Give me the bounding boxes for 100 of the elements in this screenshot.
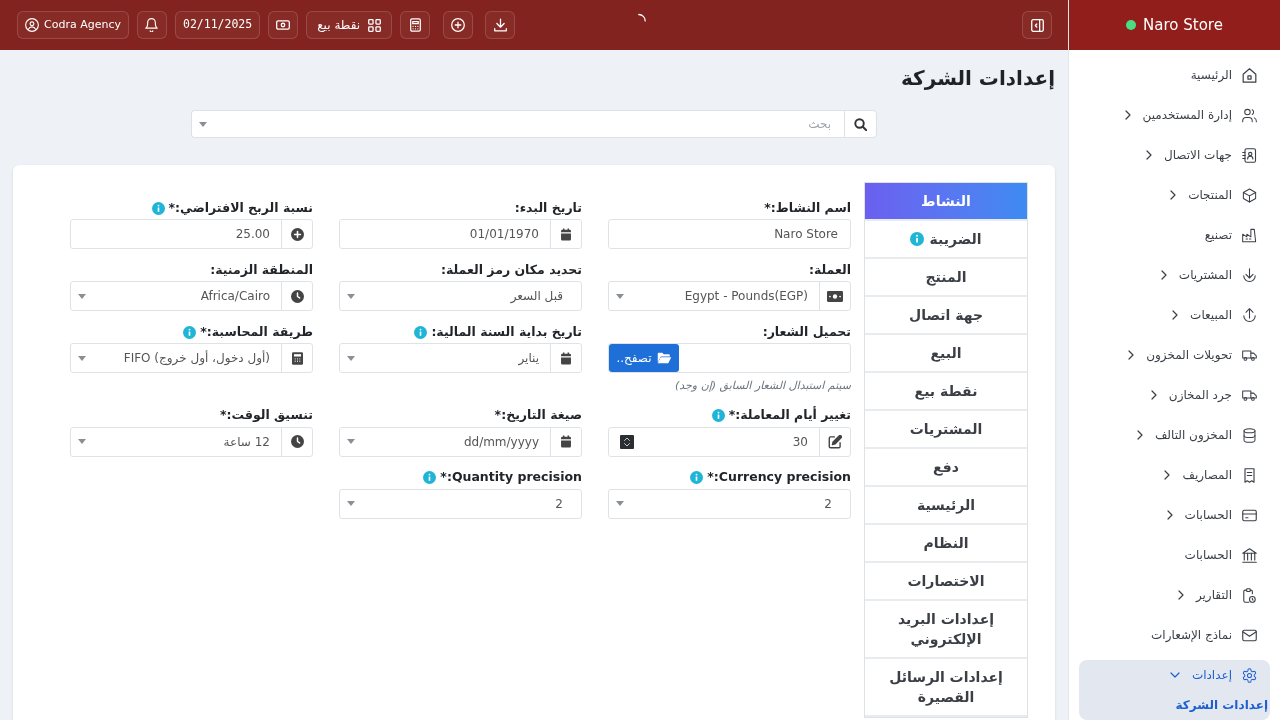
sidebar-item[interactable]: إعدادات (1079, 660, 1270, 690)
store-name: Naro Store (1143, 14, 1223, 36)
select-field[interactable]: 12 ساعة (70, 426, 313, 457)
field-label: صيغة التاريخ:* (494, 406, 582, 425)
chevron-right-icon (1146, 150, 1152, 160)
field-label: Currency precision:* (707, 468, 851, 487)
field-label: تنسيق الوقت:* (220, 406, 313, 425)
dropdown-caret-icon (347, 439, 355, 444)
text-field[interactable]: Naro Store (608, 219, 851, 249)
notifications-button[interactable] (136, 11, 167, 39)
calendar-icon (560, 227, 572, 241)
text-field[interactable]: 25.00 (70, 219, 313, 249)
user-circle-icon (25, 18, 39, 32)
sidebar-item[interactable]: التقارير (1079, 575, 1270, 615)
settings-tab[interactable]: النشاط (865, 183, 1027, 221)
file-field[interactable]: تصفح.. (608, 343, 851, 373)
select-field[interactable]: 2 (608, 488, 851, 519)
credit-card-icon (1242, 507, 1257, 523)
truck-icon (1242, 387, 1257, 403)
download-button[interactable] (485, 11, 516, 39)
sidebar-item[interactable]: إدارة المستخدمين (1079, 95, 1270, 135)
sidebar-item[interactable]: جرد المخازن (1079, 375, 1270, 415)
field-label: طريقة المحاسبة:* (200, 322, 313, 341)
select-field[interactable]: dd/mm/yyyy (339, 426, 582, 457)
plus-circle-icon (451, 18, 466, 32)
field-label: تحميل الشعار: (762, 322, 851, 341)
chevron-right-icon (1124, 110, 1131, 120)
plus-circle-icon (290, 227, 304, 241)
select-field[interactable]: 2 (339, 488, 582, 519)
dropdown-caret-icon (347, 501, 355, 506)
page-title: إعدادات الشركة (899, 66, 1055, 90)
banknote-icon (827, 290, 843, 302)
dropdown-caret-icon (78, 439, 86, 444)
envelope-icon (1242, 627, 1257, 643)
field-label: تحديد مكان رمز العملة: (440, 260, 582, 279)
banknote-icon (276, 20, 291, 30)
select-field[interactable]: Africa/Cairo (70, 281, 313, 311)
field-label: العملة: (808, 260, 851, 279)
sidebar-item[interactable]: تصنيع (1079, 215, 1270, 255)
calculator-icon (409, 18, 421, 32)
sidebar-toggle-button[interactable] (1022, 11, 1052, 39)
chevron-right-icon (1128, 350, 1135, 360)
users-icon (1242, 107, 1257, 123)
pos-button[interactable]: نقطة بيع (306, 11, 393, 39)
add-button[interactable] (443, 11, 474, 39)
panel-toggle-icon (1030, 18, 1044, 32)
clock-icon (290, 289, 304, 303)
sidebar-item[interactable]: الحسابات (1079, 495, 1270, 535)
sidebar-item[interactable]: المصاريف (1079, 455, 1270, 495)
dropdown-caret-icon (616, 501, 624, 506)
download-icon (493, 18, 507, 32)
sidebar-item[interactable]: المبيعات (1079, 295, 1270, 335)
select-field[interactable]: يناير (339, 343, 582, 373)
sidebar-item[interactable]: الحسابات (1079, 535, 1270, 575)
account-button[interactable]: Codra Agency (17, 11, 129, 39)
spinner-icon (638, 12, 647, 24)
sidebar-item[interactable]: نماذج الإشعارات (1079, 615, 1270, 655)
sidebar-item[interactable]: المنتجات (1079, 175, 1270, 215)
clipboard-clock-icon (1242, 587, 1257, 603)
chevron-right-icon (1164, 470, 1171, 480)
sidebar-item[interactable]: جهات الاتصال (1079, 135, 1270, 175)
contact-card-icon (1242, 147, 1257, 163)
calendar-icon (560, 435, 572, 448)
chevron-right-icon (1160, 270, 1167, 280)
date-button[interactable]: 02/11/2025 (174, 11, 261, 39)
field-label: تاريخ بداية السنة المالية: (431, 322, 582, 341)
calculator-button[interactable] (400, 11, 431, 39)
cash-button[interactable] (268, 11, 299, 39)
field-label: اسم النشاط:* (764, 198, 851, 217)
factory-icon (1242, 227, 1257, 243)
help-text: سيتم استبدال الشعار السابق (إن وجد) (674, 378, 851, 394)
chevron-right-icon (1172, 310, 1179, 320)
bell-icon (145, 18, 159, 32)
field-label: نسبة الربح الافتراضي:* (168, 198, 313, 217)
grid-icon (368, 18, 382, 32)
edit-icon (828, 434, 842, 449)
select-field[interactable]: قبل السعر (339, 281, 582, 311)
folder-icon (656, 352, 672, 364)
receipt-icon (1242, 467, 1257, 483)
chevron-down-icon (1169, 672, 1180, 678)
sidebar-subitem[interactable]: إعدادات الشركة (1079, 690, 1270, 720)
dropdown-caret-icon (616, 293, 624, 299)
dropdown-caret-icon (347, 355, 355, 361)
select-field[interactable]: (أول دخول، أول خروج) FIFO (70, 343, 313, 373)
field-label: المنطقة الزمنية: (210, 260, 313, 279)
field-label: تاريخ البدء: (514, 198, 582, 217)
calendar-icon (560, 351, 572, 365)
date-field[interactable]: 01/01/1970 (339, 219, 582, 249)
search-button[interactable] (844, 110, 877, 138)
arrow-up-icon (1242, 307, 1257, 323)
dropdown-caret-icon (199, 121, 207, 127)
sidebar-item[interactable]: المشتريات (1079, 255, 1270, 295)
sidebar-item[interactable]: المخزون التالف (1079, 415, 1270, 455)
sidebar-item[interactable]: الرئيسية (1079, 55, 1270, 95)
arrow-down-icon (1242, 267, 1257, 283)
chevron-right-icon (1136, 430, 1143, 440)
sidebar-item[interactable]: تحويلات المخزون (1079, 335, 1270, 375)
select-field[interactable]: Egypt - Pounds(EGP) (608, 281, 851, 311)
browse-button[interactable]: تصفح.. (609, 344, 679, 372)
number-field[interactable]: 30 (608, 426, 851, 457)
